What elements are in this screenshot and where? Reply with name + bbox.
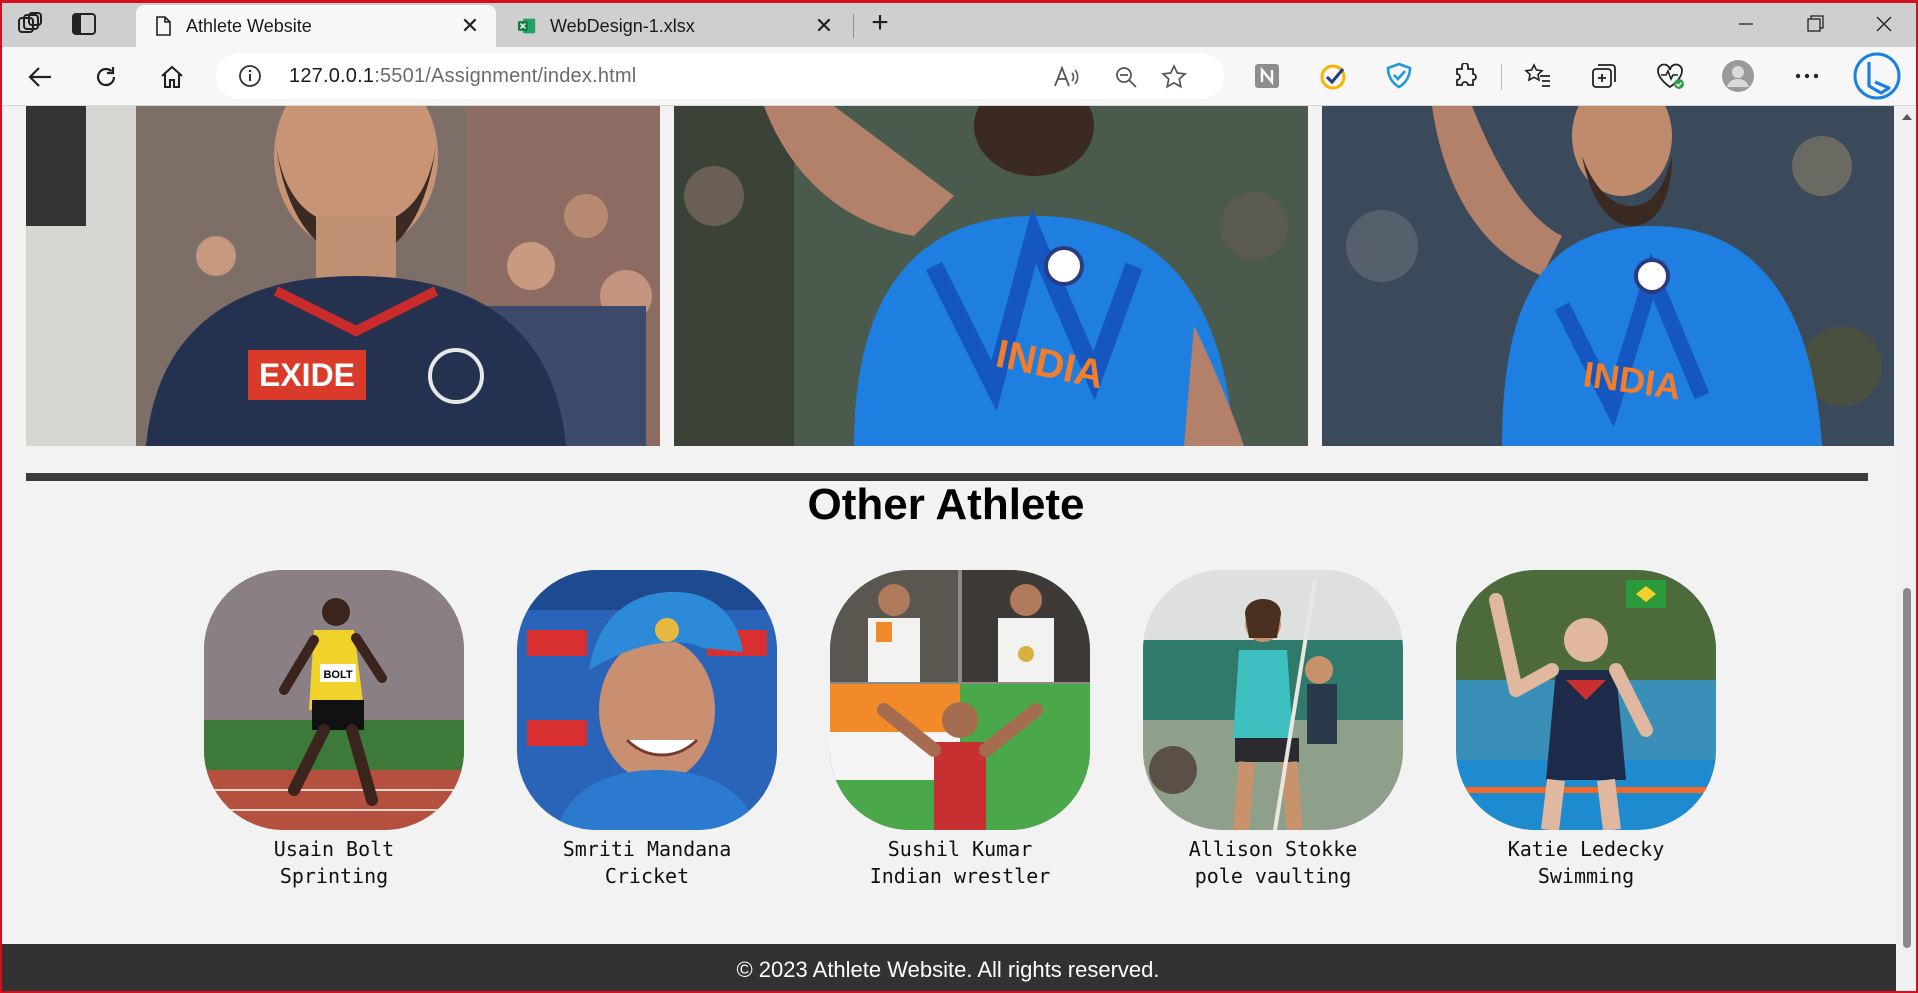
new-tab-button[interactable]: + <box>864 8 896 39</box>
athlete-photo-katie-ledecky <box>1456 570 1716 830</box>
workspaces-icon[interactable] <box>14 10 46 38</box>
url-host: 127.0.0.1 <box>289 65 375 87</box>
athlete-sport: Indian wrestler <box>869 864 1051 888</box>
athlete-caption: Katie Ledecky Swimming <box>1456 836 1716 890</box>
athlete-photo-2: INDIA <box>674 106 1308 446</box>
svg-text:BOLT: BOLT <box>323 669 352 681</box>
page-viewport: EXIDE INDIA INDIA Other Athlete BOLT Usa… <box>0 106 1896 993</box>
site-info-icon[interactable] <box>238 64 262 88</box>
favorites-icon[interactable] <box>1521 59 1555 93</box>
athlete-name: Katie Ledecky <box>1507 837 1665 861</box>
toolbar: 127.0.0.1:5501/Assignment/index.html <box>0 47 1918 106</box>
athlete-photo-usain-bolt: BOLT <box>204 570 464 830</box>
athlete-caption: Allison Stokke pole vaulting <box>1143 836 1403 890</box>
athlete-sport: pole vaulting <box>1194 864 1352 888</box>
url-text: 127.0.0.1:5501/Assignment/index.html <box>289 65 636 88</box>
read-aloud-icon[interactable] <box>1052 63 1080 91</box>
athlete-caption: Sushil Kumar Indian wrestler <box>830 836 1090 890</box>
tab-actions-icon[interactable] <box>68 10 100 38</box>
task-check-extension-icon[interactable] <box>1316 59 1350 93</box>
bing-copilot-icon[interactable] <box>1852 51 1902 101</box>
scroll-up-arrow-icon[interactable] <box>1902 114 1912 120</box>
page-scrollbar[interactable] <box>1896 106 1918 993</box>
section-title: Other Athlete <box>807 480 1085 529</box>
scrollbar-thumb[interactable] <box>1903 588 1911 948</box>
athlete-name: Sushil Kumar <box>887 837 1033 861</box>
tab-strip: Athlete Website ✕ WebDesign-1.xlsx ✕ + <box>0 0 1918 47</box>
tab-title: Athlete Website <box>186 15 312 36</box>
athlete-photo-allison-stokke <box>1143 570 1403 830</box>
address-bar[interactable]: 127.0.0.1:5501/Assignment/index.html <box>216 53 1224 99</box>
athlete-name: Usain Bolt <box>273 837 395 861</box>
restore-button[interactable] <box>1796 8 1836 40</box>
profile-avatar-icon[interactable] <box>1721 59 1755 93</box>
excel-icon <box>518 15 536 37</box>
extensions-puzzle-icon[interactable] <box>1448 59 1482 93</box>
athlete-sport: Swimming <box>1537 864 1635 888</box>
athlete-caption: Smriti Mandana Cricket <box>517 836 777 890</box>
athlete-caption: Usain Bolt Sprinting <box>204 836 464 890</box>
close-tab-icon[interactable]: ✕ <box>810 12 838 40</box>
athlete-photo-smriti-mandana <box>517 570 777 830</box>
athlete-card-allison-stokke[interactable]: Allison Stokke pole vaulting <box>1143 570 1403 890</box>
athlete-photo-sushil-kumar <box>830 570 1090 830</box>
minimize-button[interactable] <box>1726 8 1766 40</box>
toolbar-separator <box>1501 64 1502 90</box>
athlete-name: Allison Stokke <box>1188 837 1358 861</box>
athlete-photo-1: EXIDE <box>26 106 660 446</box>
tab-title: WebDesign-1.xlsx <box>550 15 695 36</box>
browser-essentials-icon[interactable] <box>1653 59 1687 93</box>
athlete-card-katie-ledecky[interactable]: Katie Ledecky Swimming <box>1456 570 1716 890</box>
url-path: :5501/Assignment/index.html <box>374 65 637 87</box>
page-icon <box>154 15 172 37</box>
more-menu-icon[interactable] <box>1790 59 1824 93</box>
favorite-star-icon[interactable] <box>1160 63 1188 91</box>
refresh-icon[interactable] <box>88 59 124 95</box>
shield-extension-icon[interactable] <box>1382 59 1416 93</box>
notion-extension-icon[interactable] <box>1250 59 1284 93</box>
page-footer: © 2023 Athlete Website. All rights reser… <box>0 944 1896 993</box>
athlete-sport: Cricket <box>604 864 690 888</box>
svg-text:EXIDE: EXIDE <box>259 357 355 393</box>
athlete-name: Smriti Mandana <box>562 837 732 861</box>
tab-actions <box>14 10 100 38</box>
home-icon[interactable] <box>154 59 190 95</box>
athlete-card-usain-bolt[interactable]: BOLT Usain Bolt Sprinting <box>204 570 464 890</box>
athlete-photo-3: INDIA <box>1322 106 1894 446</box>
collections-icon[interactable] <box>1587 59 1621 93</box>
back-icon[interactable] <box>22 59 58 95</box>
athlete-sport: Sprinting <box>279 864 389 888</box>
tab-webdesign-xlsx[interactable]: WebDesign-1.xlsx ✕ <box>500 5 850 47</box>
close-window-button[interactable] <box>1864 8 1904 40</box>
tab-athlete-website[interactable]: Athlete Website ✕ <box>136 5 496 47</box>
zoom-out-icon[interactable] <box>1112 63 1140 91</box>
athlete-card-sushil-kumar[interactable]: Sushil Kumar Indian wrestler <box>830 570 1090 890</box>
tab-divider <box>853 14 854 38</box>
close-tab-icon[interactable]: ✕ <box>456 12 484 40</box>
athlete-card-smriti-mandana[interactable]: Smriti Mandana Cricket <box>517 570 777 890</box>
